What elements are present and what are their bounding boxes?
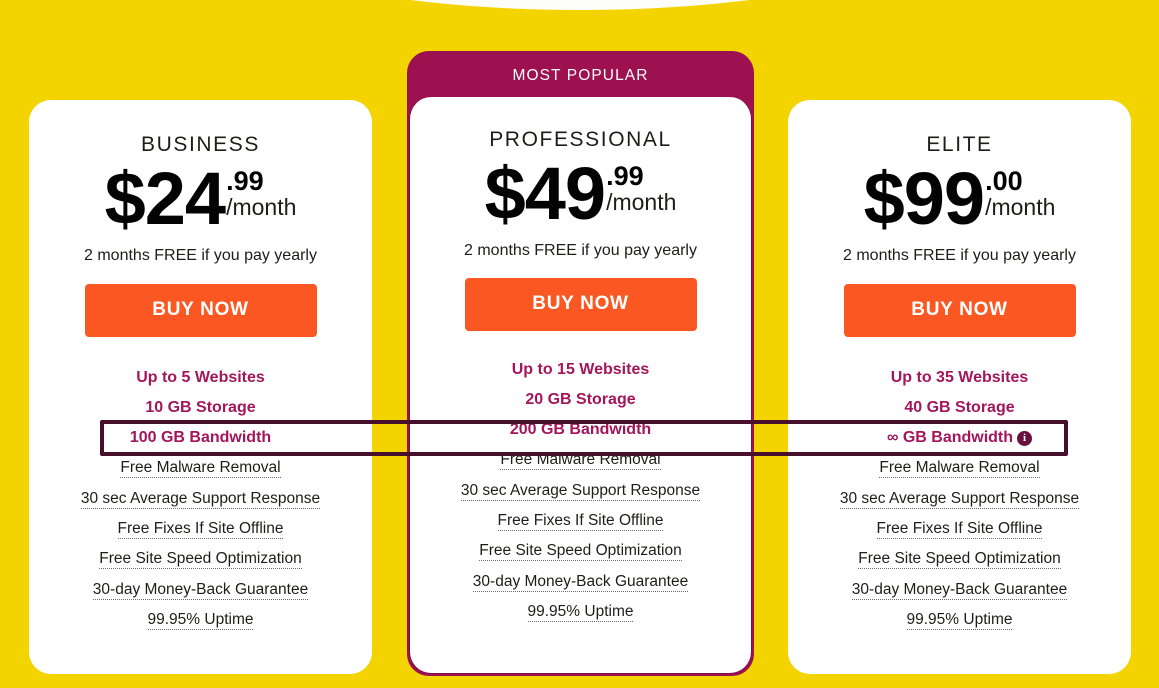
feature-item: 99.95% Uptime — [410, 597, 751, 627]
feature-text: Free Site Speed Optimization — [858, 550, 1061, 570]
feature-item: Free Malware Removal — [410, 445, 751, 475]
feature-text: 30-day Money-Back Guarantee — [92, 580, 309, 600]
buy-now-button-professional[interactable]: BUY NOW — [464, 277, 697, 331]
plan-name-elite: ELITE — [926, 133, 993, 156]
feature-item-bandwidth: ∞ GB Bandwidth i — [788, 423, 1131, 453]
feature-item: 10 GB Storage — [145, 398, 256, 416]
feature-item: Up to 35 Websites — [890, 368, 1029, 386]
feature-list-professional: Up to 15 Websites 20 GB Storage 200 GB B… — [410, 355, 751, 628]
feature-text: Free Fixes If Site Offline — [876, 520, 1043, 539]
feature-item: 20 GB Storage — [525, 390, 636, 408]
feature-text: ∞ GB Bandwidth — [886, 429, 1014, 447]
feature-item: Up to 5 Websites — [136, 368, 265, 386]
feature-text: 30 sec Average Support Response — [80, 489, 321, 509]
yearly-note-professional: 2 months FREE if you pay yearly — [464, 241, 697, 259]
feature-text: 99.95% Uptime — [527, 602, 634, 622]
feature-item: 99.95% Uptime — [29, 605, 372, 635]
plan-name-professional: PROFESSIONAL — [489, 128, 672, 151]
pricing-card-elite: ELITE $99 .00 /month 2 months FREE if yo… — [788, 100, 1131, 674]
feature-item: 30-day Money-Back Guarantee — [788, 575, 1131, 605]
pricing-cards-row: BUSINESS $24 .99 /month 2 months FREE if… — [0, 0, 1159, 688]
price-professional: $49 .99 /month — [410, 152, 751, 235]
price-cents: .00 — [985, 166, 1023, 196]
feature-item: 40 GB Storage — [904, 398, 1015, 416]
feature-item: Free Site Speed Optimization — [410, 536, 751, 566]
feature-item: 99.95% Uptime — [788, 605, 1131, 635]
price-amount: $24 — [104, 157, 226, 240]
feature-item: Free Site Speed Optimization — [29, 544, 372, 574]
price-period: /month — [985, 194, 1056, 220]
price-cents: .99 — [606, 161, 644, 191]
pricing-card-professional: PROFESSIONAL $49 .99 /month 2 months FRE… — [409, 97, 752, 674]
feature-item: 30-day Money-Back Guarantee — [410, 567, 751, 597]
card-gutter — [372, 420, 407, 456]
feature-item: Free Malware Removal — [788, 453, 1131, 483]
feature-list-elite: Up to 35 Websites 40 GB Storage ∞ GB Ban… — [788, 363, 1131, 636]
buy-now-button-business[interactable]: BUY NOW — [84, 283, 317, 337]
feature-text: 30 sec Average Support Response — [839, 489, 1080, 509]
price-period: /month — [226, 194, 297, 220]
feature-item-bandwidth: 200 GB Bandwidth — [509, 421, 652, 439]
feature-text: 30-day Money-Back Guarantee — [472, 572, 689, 592]
price-amount: $99 — [863, 157, 985, 240]
feature-text: 30 sec Average Support Response — [460, 481, 701, 501]
feature-item: Free Fixes If Site Offline — [788, 514, 1131, 544]
feature-text: Free Fixes If Site Offline — [497, 512, 664, 531]
feature-text: Free Malware Removal — [500, 451, 661, 471]
feature-text: Free Site Speed Optimization — [479, 542, 682, 562]
feature-item: Up to 15 Websites — [511, 360, 650, 378]
feature-item: Free Fixes If Site Offline — [29, 514, 372, 544]
pricing-card-business: BUSINESS $24 .99 /month 2 months FREE if… — [29, 100, 372, 674]
feature-item: 30 sec Average Support Response — [29, 484, 372, 514]
feature-item: 30 sec Average Support Response — [410, 476, 751, 506]
price-period: /month — [606, 189, 677, 215]
price-amount: $49 — [484, 152, 606, 235]
feature-text: Free Malware Removal — [879, 459, 1040, 479]
feature-text: Free Malware Removal — [120, 459, 281, 479]
feature-text: 99.95% Uptime — [906, 610, 1013, 630]
feature-item: Free Malware Removal — [29, 453, 372, 483]
feature-item: 30-day Money-Back Guarantee — [29, 575, 372, 605]
most-popular-badge: MOST POPULAR — [512, 67, 649, 84]
feature-item: Free Fixes If Site Offline — [410, 506, 751, 536]
feature-text: Free Site Speed Optimization — [99, 550, 302, 570]
yearly-note-business: 2 months FREE if you pay yearly — [84, 246, 317, 264]
info-icon[interactable]: i — [1017, 431, 1033, 447]
feature-list-business: Up to 5 Websites 10 GB Storage 100 GB Ba… — [29, 363, 372, 636]
plan-name-business: BUSINESS — [141, 133, 260, 156]
feature-item: Free Site Speed Optimization — [788, 544, 1131, 574]
pricing-card-professional-wrapper: MOST POPULAR PROFESSIONAL $49 .99 /month… — [407, 51, 754, 676]
feature-text: 30-day Money-Back Guarantee — [851, 580, 1068, 600]
feature-item-bandwidth: 100 GB Bandwidth — [129, 429, 272, 447]
price-business: $24 .99 /month — [29, 157, 372, 240]
buy-now-button-elite[interactable]: BUY NOW — [843, 283, 1076, 337]
price-cents: .99 — [226, 166, 264, 196]
feature-item: 30 sec Average Support Response — [788, 484, 1131, 514]
feature-text: Free Fixes If Site Offline — [117, 520, 284, 539]
card-gutter — [754, 420, 788, 456]
feature-text: 99.95% Uptime — [147, 610, 254, 630]
yearly-note-elite: 2 months FREE if you pay yearly — [843, 246, 1076, 264]
price-elite: $99 .00 /month — [788, 157, 1131, 240]
